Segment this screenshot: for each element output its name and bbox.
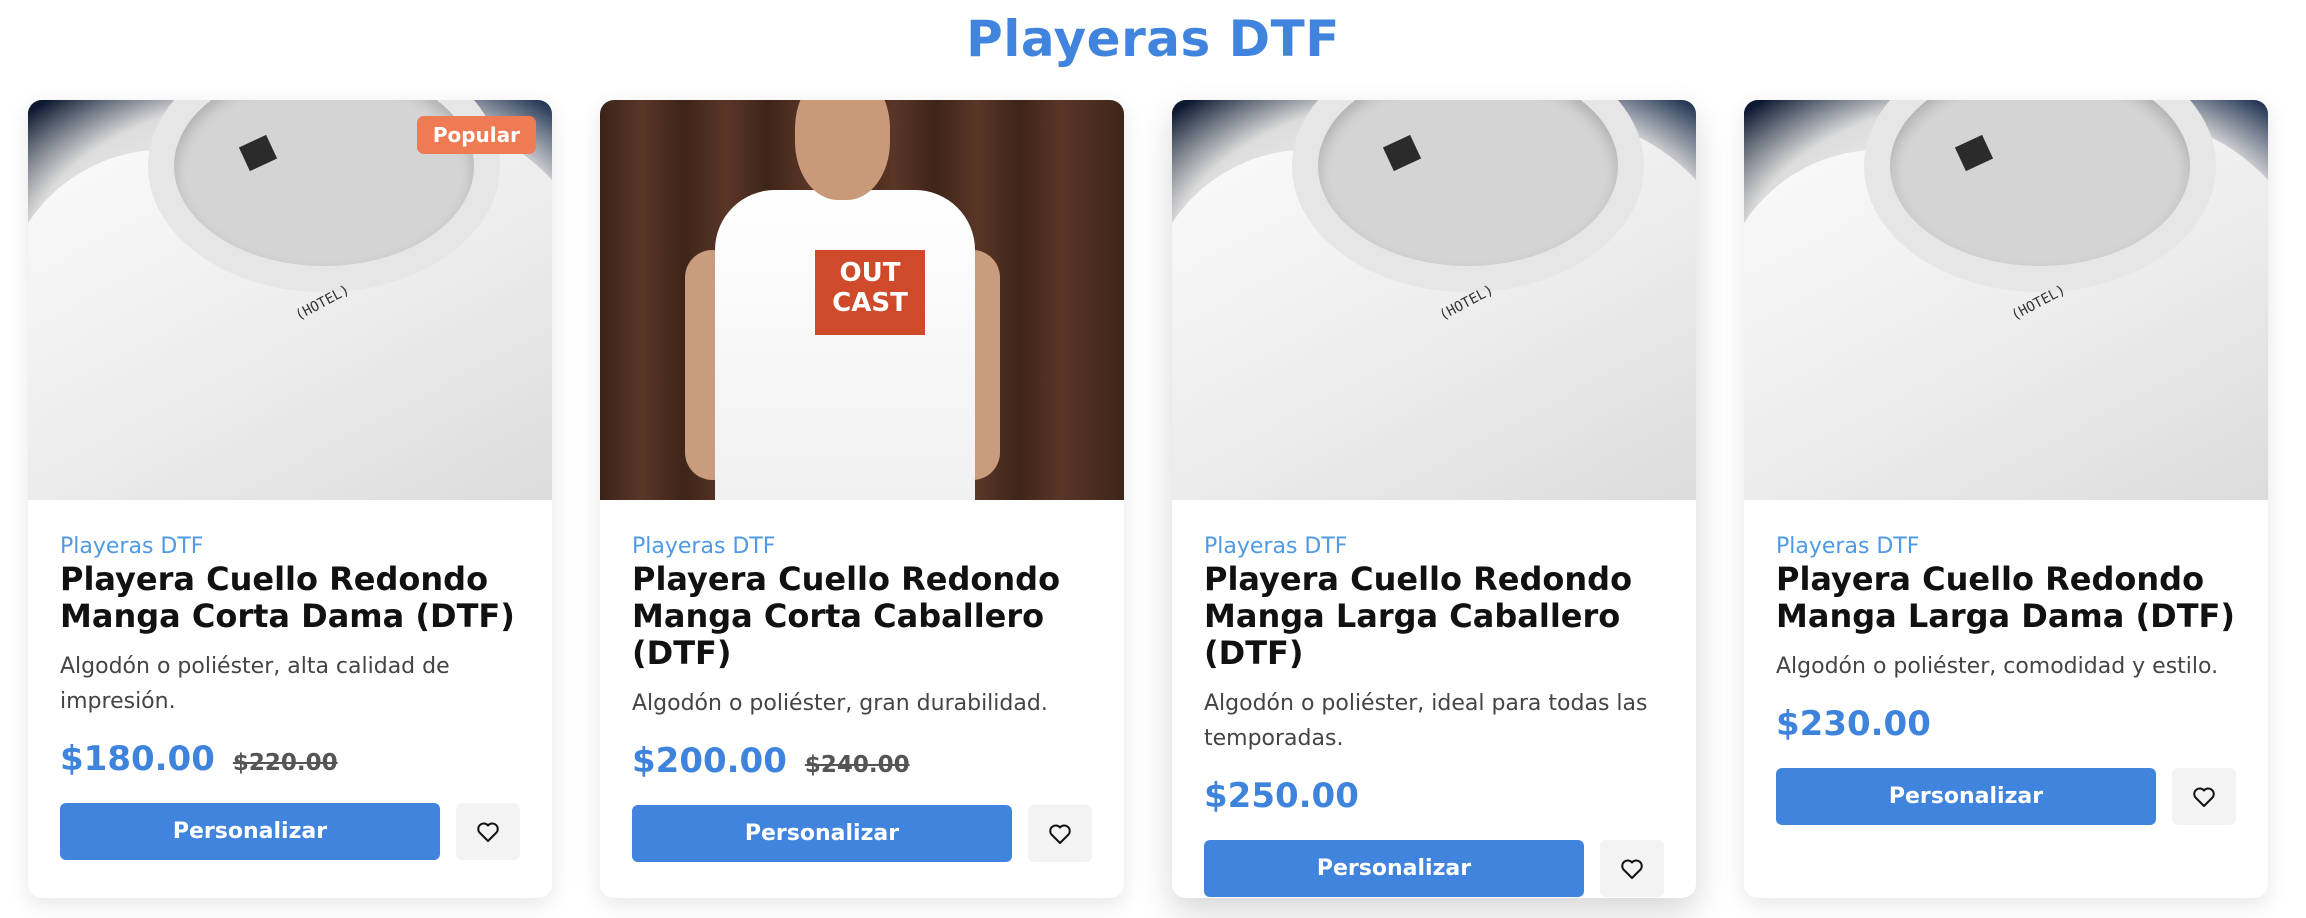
product-grid: (HOTEL) Popular Playeras DTF Playera Cue… (28, 100, 2268, 898)
product-name[interactable]: Playera Cuello Redondo Manga Larga Dama … (1776, 561, 2236, 635)
product-card[interactable]: OUT CAST Playeras DTF Playera Cuello Red… (600, 100, 1124, 898)
product-price: $180.00 (60, 739, 215, 779)
product-image[interactable]: (HOTEL) (1172, 100, 1696, 500)
heart-outline-icon (1621, 859, 1643, 879)
product-old-price: $240.00 (804, 752, 910, 778)
product-category[interactable]: Playeras DTF (1776, 534, 2236, 559)
heart-outline-icon (477, 822, 499, 842)
product-description: Algodón o poliéster, ideal para todas la… (1204, 691, 1648, 751)
customize-button[interactable]: Personalizar (1776, 768, 2156, 825)
product-price: $200.00 (632, 741, 787, 781)
popular-badge: Popular (416, 116, 536, 154)
customize-button[interactable]: Personalizar (1204, 840, 1584, 897)
product-price: $250.00 (1204, 776, 1359, 816)
page-title: Playeras DTF (966, 10, 1340, 68)
heart-outline-icon (2193, 787, 2215, 807)
product-price: $230.00 (1776, 704, 1931, 744)
customize-button[interactable]: Personalizar (60, 803, 440, 860)
product-card[interactable]: (HOTEL) Playeras DTF Playera Cuello Redo… (1172, 100, 1696, 898)
product-old-price: $220.00 (232, 750, 338, 776)
product-category[interactable]: Playeras DTF (1204, 534, 1664, 559)
favorite-button[interactable] (1600, 840, 1664, 897)
product-image[interactable]: (HOTEL) Popular (28, 100, 552, 500)
product-description: Algodón o poliéster, alta calidad de imp… (60, 654, 450, 714)
product-image[interactable]: OUT CAST (600, 100, 1124, 500)
product-card[interactable]: (HOTEL) Popular Playeras DTF Playera Cue… (28, 100, 552, 898)
customize-button[interactable]: Personalizar (632, 805, 1012, 862)
product-description: Algodón o poliéster, comodidad y estilo. (1776, 654, 2219, 679)
product-image[interactable]: (HOTEL) (1744, 100, 2268, 500)
product-name[interactable]: Playera Cuello Redondo Manga Corta Dama … (60, 561, 520, 635)
favorite-button[interactable] (456, 803, 520, 860)
favorite-button[interactable] (1028, 805, 1092, 862)
heart-outline-icon (1049, 824, 1071, 844)
product-description: Algodón o poliéster, gran durabilidad. (632, 691, 1048, 716)
product-name[interactable]: Playera Cuello Redondo Manga Corta Cabal… (632, 561, 1092, 672)
product-category[interactable]: Playeras DTF (632, 534, 1092, 559)
product-category[interactable]: Playeras DTF (60, 534, 520, 559)
product-name[interactable]: Playera Cuello Redondo Manga Larga Cabal… (1204, 561, 1664, 672)
shirt-print-text: OUT CAST (815, 250, 925, 335)
product-card[interactable]: (HOTEL) Playeras DTF Playera Cuello Redo… (1744, 100, 2268, 898)
favorite-button[interactable] (2172, 768, 2236, 825)
